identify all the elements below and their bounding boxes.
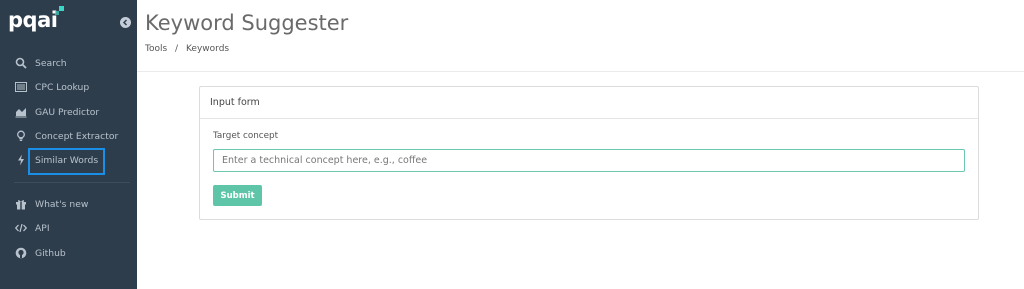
card-title: Input form bbox=[200, 87, 978, 119]
sidebar-item-label: GAU Predictor bbox=[35, 106, 100, 118]
collapse-sidebar-button[interactable] bbox=[120, 17, 131, 28]
target-concept-label: Target concept bbox=[213, 131, 279, 141]
logo-mark-icon bbox=[55, 6, 64, 15]
sidebar-divider bbox=[14, 182, 130, 183]
sidebar-item-api[interactable]: API bbox=[0, 216, 137, 240]
github-icon bbox=[15, 247, 27, 259]
sidebar-item-github[interactable]: Github bbox=[0, 241, 137, 265]
code-icon bbox=[15, 223, 27, 233]
lightbulb-icon bbox=[17, 130, 25, 141]
sidebar-item-similar-words[interactable]: Similar Words bbox=[0, 148, 137, 172]
sidebar-item-label: Similar Words bbox=[35, 154, 99, 166]
sidebar-item-label: Search bbox=[35, 57, 67, 69]
sidebar-item-label: CPC Lookup bbox=[35, 81, 90, 93]
sidebar-item-search[interactable]: Search bbox=[0, 51, 137, 75]
sidebar: pqai Search CPC Lookup GAU Predictor Con… bbox=[0, 0, 137, 289]
page-title: Keyword Suggester bbox=[145, 11, 349, 35]
submit-button[interactable]: Submit bbox=[213, 185, 262, 206]
sidebar-item-label: API bbox=[35, 222, 50, 234]
input-form-card: Input form Target concept Submit bbox=[199, 86, 979, 220]
sidebar-item-label: Github bbox=[35, 247, 66, 259]
sidebar-item-whats-new[interactable]: What's new bbox=[0, 192, 137, 216]
bolt-icon bbox=[18, 154, 24, 166]
breadcrumb-item-keywords: Keywords bbox=[185, 44, 230, 54]
logo-text: pqai bbox=[8, 8, 58, 32]
sidebar-item-concept-extractor[interactable]: Concept Extractor bbox=[0, 124, 137, 148]
list-icon bbox=[15, 82, 27, 92]
main-content: Keyword Suggester Tools / Keywords Input… bbox=[137, 0, 1024, 289]
chevron-left-icon bbox=[122, 19, 128, 26]
target-concept-input[interactable] bbox=[213, 149, 965, 172]
logo[interactable]: pqai bbox=[8, 6, 64, 34]
breadcrumb-separator: / bbox=[175, 44, 179, 54]
search-icon bbox=[15, 57, 27, 69]
sidebar-item-label: What's new bbox=[35, 198, 89, 210]
sidebar-item-label: Concept Extractor bbox=[35, 130, 119, 142]
area-chart-icon bbox=[15, 108, 27, 118]
sidebar-item-cpc-lookup[interactable]: CPC Lookup bbox=[0, 75, 137, 99]
breadcrumb-item-tools[interactable]: Tools bbox=[145, 44, 167, 54]
gift-icon bbox=[16, 200, 26, 210]
header-divider bbox=[137, 71, 1024, 72]
app-root: pqai Search CPC Lookup GAU Predictor Con… bbox=[0, 0, 1024, 289]
sidebar-item-gau-predictor[interactable]: GAU Predictor bbox=[0, 100, 137, 124]
breadcrumb: Tools / Keywords bbox=[145, 44, 234, 54]
